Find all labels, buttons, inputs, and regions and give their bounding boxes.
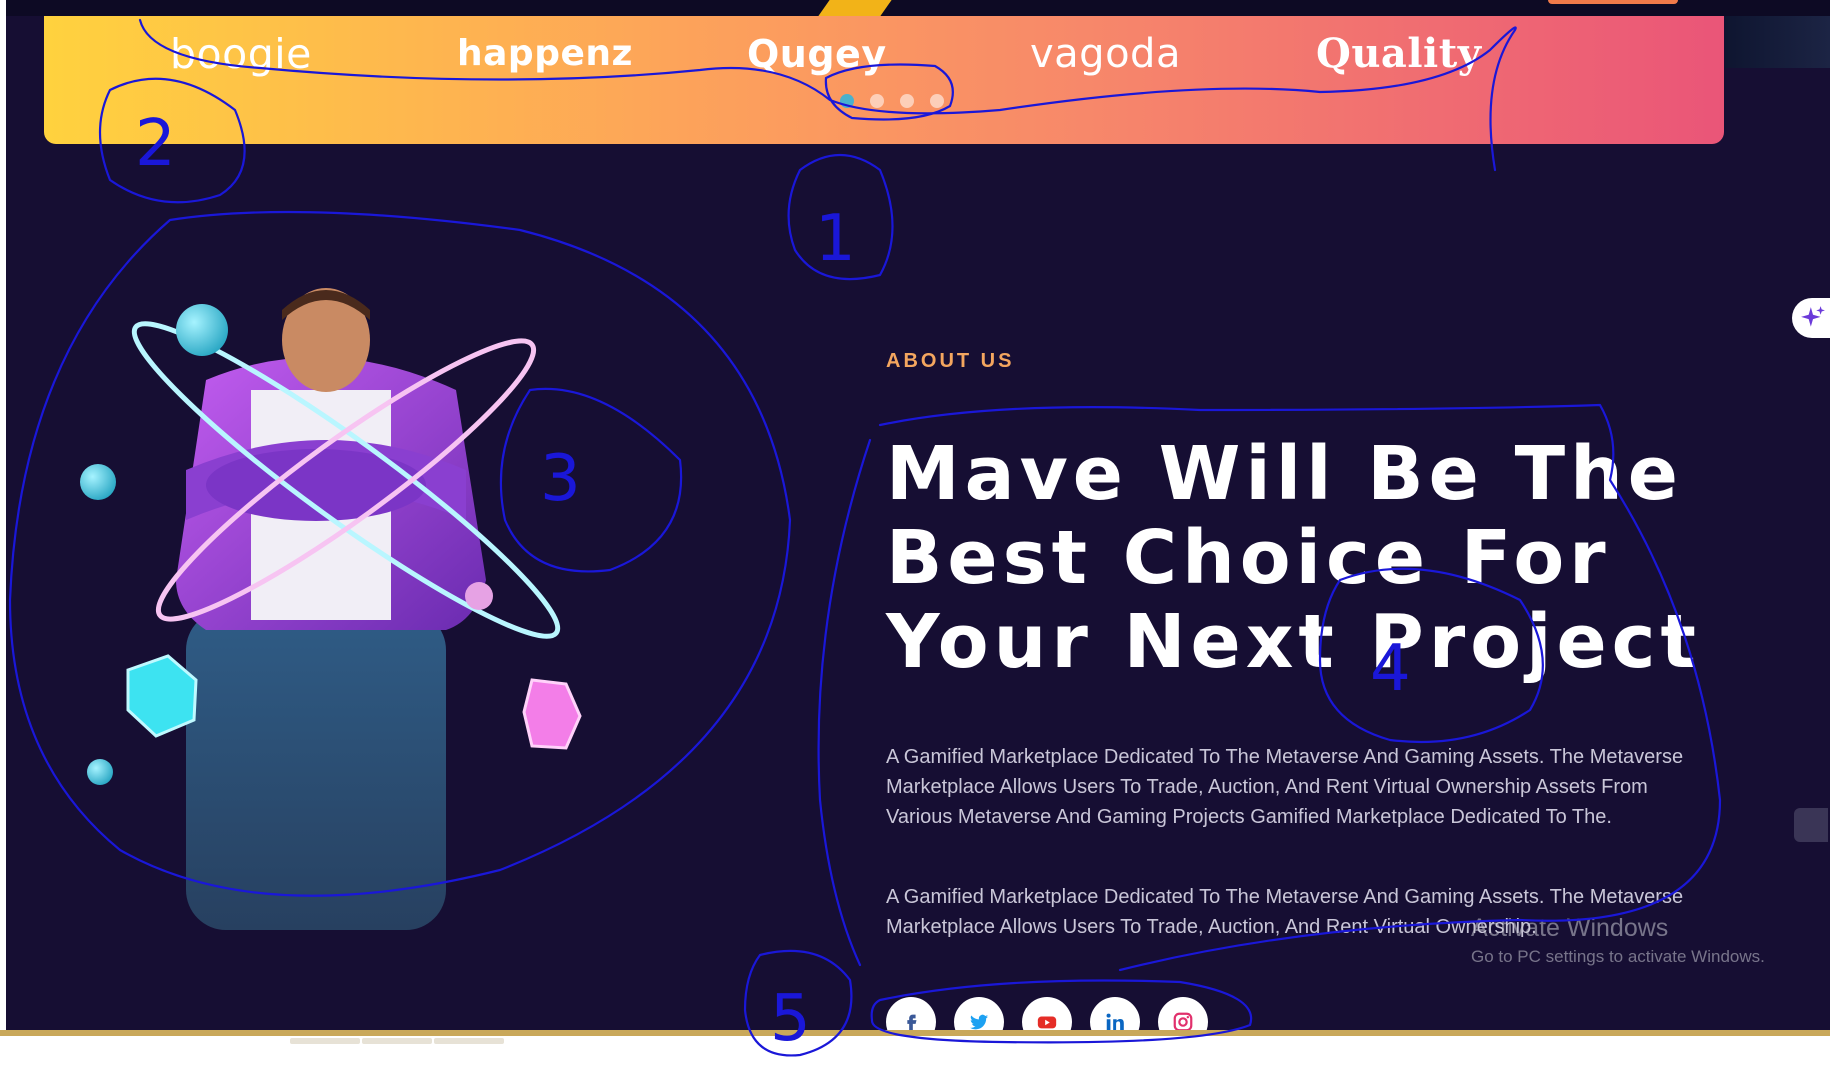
about-us-eyebrow: ABOUT US bbox=[886, 350, 1015, 372]
page: boogie happenz Qugey vagoda Quality ABOU… bbox=[6, 0, 1830, 1030]
youtube-link[interactable] bbox=[1022, 997, 1072, 1030]
sparkle-icon bbox=[1801, 306, 1825, 327]
social-links bbox=[886, 997, 1208, 1030]
instagram-icon bbox=[1173, 1012, 1193, 1030]
slider-dot-1[interactable] bbox=[840, 94, 854, 108]
twitter-link[interactable] bbox=[954, 997, 1004, 1030]
top-right-banner-edge bbox=[1725, 16, 1830, 68]
brand-logo-qugey[interactable]: Qugey bbox=[747, 24, 887, 84]
taskbar-app-2[interactable] bbox=[362, 1038, 432, 1044]
windows-activation-watermark: Activate Windows Go to PC settings to ac… bbox=[1471, 914, 1765, 967]
brand-logo-quality[interactable]: Quality bbox=[1316, 24, 1481, 84]
facebook-icon bbox=[907, 1014, 917, 1030]
twitter-icon bbox=[969, 1014, 989, 1030]
hero-character-illustration bbox=[76, 280, 636, 940]
about-paragraph-1: A Gamified Marketplace Dedicated To The … bbox=[886, 746, 1684, 828]
brand-logo-happenz[interactable]: happenz bbox=[457, 24, 633, 84]
side-tool-widget[interactable] bbox=[1794, 808, 1828, 842]
brand-logo-bar: boogie happenz Qugey vagoda Quality bbox=[44, 16, 1724, 144]
watermark-title: Activate Windows bbox=[1471, 914, 1669, 942]
top-header-button-edge[interactable] bbox=[1548, 0, 1678, 4]
instagram-link[interactable] bbox=[1158, 997, 1208, 1030]
watermark-subtitle: Go to PC settings to activate Windows. bbox=[1471, 947, 1765, 966]
brand-logo-vagoda[interactable]: vagoda bbox=[1030, 24, 1181, 84]
ai-assistant-widget[interactable] bbox=[1792, 298, 1830, 338]
linkedin-link[interactable] bbox=[1090, 997, 1140, 1030]
youtube-icon bbox=[1037, 1016, 1057, 1029]
linkedin-icon bbox=[1106, 1013, 1124, 1030]
slider-dot-4[interactable] bbox=[930, 94, 944, 108]
slider-dots bbox=[840, 94, 944, 108]
about-headline: Mave Will Be The Best Choice For Your Ne… bbox=[886, 431, 1701, 685]
slider-dot-3[interactable] bbox=[900, 94, 914, 108]
brand-logo-boogie[interactable]: boogie bbox=[170, 24, 312, 84]
taskbar-app-1[interactable] bbox=[290, 1038, 360, 1044]
os-taskbar bbox=[0, 1030, 1830, 1066]
facebook-link[interactable] bbox=[886, 997, 936, 1030]
top-accent-shape bbox=[818, 0, 892, 16]
taskbar-app-3[interactable] bbox=[434, 1038, 504, 1044]
slider-dot-2[interactable] bbox=[870, 94, 884, 108]
